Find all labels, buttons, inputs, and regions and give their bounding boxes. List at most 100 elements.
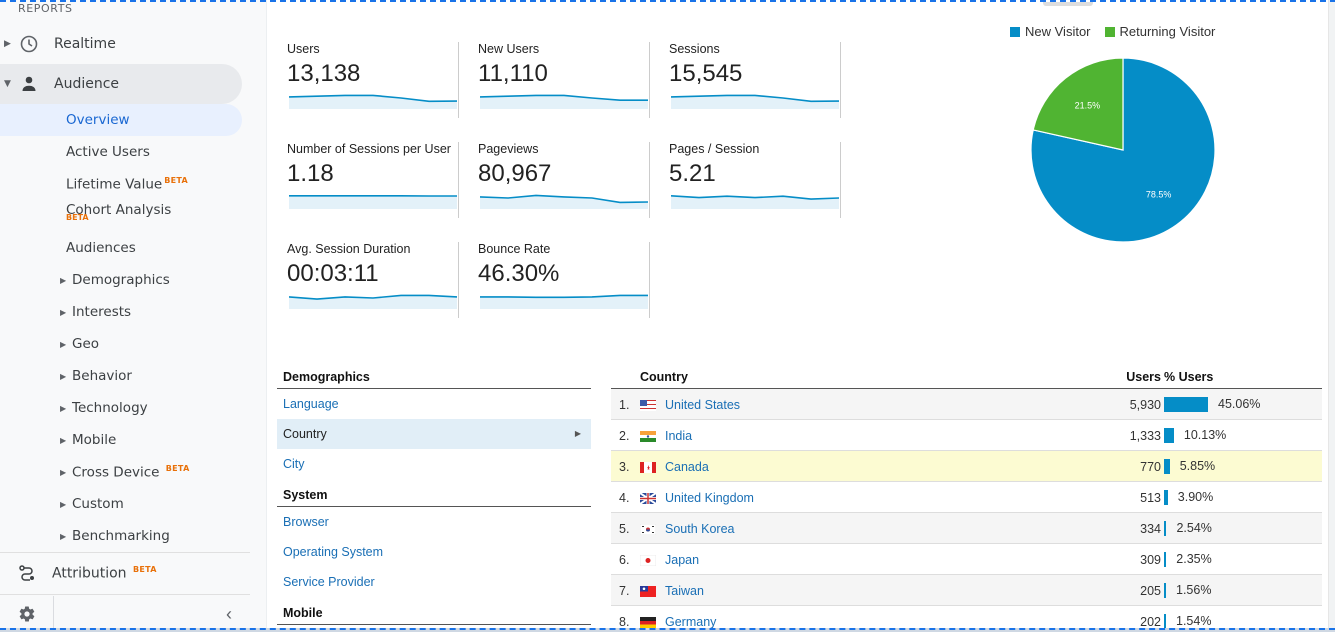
caret-right-icon: ▶ (60, 531, 67, 541)
legend-item-returning-visitor[interactable]: Returning Visitor (1104, 24, 1216, 39)
sidebar-item-audiences[interactable]: Audiences (0, 232, 242, 264)
table-row[interactable]: 3. Canada 770 5.85% (611, 451, 1322, 482)
metric-sparkline (480, 294, 648, 309)
sidebar-item-cohort-analysis[interactable]: Cohort Analysis BETA (0, 196, 242, 230)
metric-card[interactable]: Pages / Session 5.21 (650, 142, 841, 218)
metric-card[interactable]: Users 13,138 (268, 42, 459, 118)
metric-card[interactable]: Sessions 15,545 (650, 42, 841, 118)
sidebar-item-label: Lifetime Value BETA (66, 176, 188, 193)
country-link[interactable]: South Korea (665, 522, 735, 536)
scrollbar[interactable] (1328, 0, 1335, 632)
country-link[interactable]: United Kingdom (665, 491, 754, 505)
column-header-users[interactable]: Users (1126, 370, 1161, 384)
admin-gear-icon[interactable] (0, 596, 54, 632)
row-rank: 8. (619, 615, 630, 629)
demographics-link-country[interactable]: Country ▶ (277, 419, 591, 449)
row-rank: 3. (619, 460, 630, 474)
metric-card[interactable]: New Users 11,110 (459, 42, 650, 118)
person-icon (18, 73, 40, 95)
sidebar-item-mobile[interactable]: ▶ Mobile (0, 424, 242, 456)
sidebar-item-interests[interactable]: ▶ Interests (0, 296, 242, 328)
sidebar-item-technology[interactable]: ▶ Technology (0, 392, 242, 424)
table-header: Country Users % Users (611, 368, 1322, 389)
metric-value: 00:03:11 (287, 260, 379, 287)
metric-card[interactable]: Avg. Session Duration 00:03:11 (268, 242, 459, 318)
pct-users-bar (1164, 521, 1167, 536)
table-row[interactable]: 1. United States 5,930 45.06% (611, 389, 1322, 420)
table-row[interactable]: 6. Japan 309 2.35% (611, 544, 1322, 575)
metric-card[interactable]: Pageviews 80,967 (459, 142, 650, 218)
row-rank: 7. (619, 584, 630, 598)
table-body: 1. United States 5,930 45.06% 2. India 1,333 10… (611, 389, 1322, 632)
country-link[interactable]: India (665, 429, 692, 443)
flag-tw-icon (640, 586, 656, 597)
flag-de-icon (640, 617, 656, 628)
metric-card[interactable]: Bounce Rate 46.30% (459, 242, 650, 318)
country-link[interactable]: Germany (665, 615, 716, 629)
collapse-sidebar-button[interactable]: ‹ (54, 604, 250, 625)
sparkline-area (289, 195, 457, 209)
flag-gb-icon (640, 493, 656, 504)
column-header-pct-users[interactable]: % Users (1164, 370, 1213, 384)
sidebar-item-behavior[interactable]: ▶ Behavior (0, 360, 242, 392)
metric-sparkline (480, 194, 648, 209)
sidebar-item-overview[interactable]: Overview (0, 104, 242, 136)
table-row[interactable]: 5. South Korea 334 2.54% (611, 513, 1322, 544)
pct-users-value: 10.13% (1183, 428, 1227, 442)
sidebar-item-attribution[interactable]: Attribution BETA (0, 553, 242, 593)
main-content: Users 13,138 New Users 11,110 Sessions 15,545… (268, 0, 1328, 632)
metric-sparkline (289, 195, 457, 209)
demographics-link-city[interactable]: City (277, 449, 591, 479)
demographics-link-browser[interactable]: Browser (277, 507, 591, 537)
table-row[interactable]: 4. United Kingdom 513 3.90% (611, 482, 1322, 513)
demographics-link-language[interactable]: Language (277, 389, 591, 419)
table-row[interactable]: 7. Taiwan 205 1.56% (611, 575, 1322, 606)
pct-users-bar (1164, 552, 1167, 567)
selection-border-bottom (0, 628, 1335, 632)
legend-label: Returning Visitor (1119, 24, 1216, 39)
legend-item-new-visitor[interactable]: New Visitor (1010, 24, 1091, 39)
sidebar-item-cross-device[interactable]: ▶ Cross Device BETA (0, 456, 242, 488)
country-link[interactable]: United States (665, 398, 740, 412)
pct-users-bar (1164, 459, 1170, 474)
sidebar-item-demographics[interactable]: ▶ Demographics (0, 264, 242, 296)
sidebar-item-audience[interactable]: ▼ Audience (0, 64, 242, 104)
users-value: 205 (1140, 584, 1161, 598)
users-value: 1,333 (1129, 429, 1161, 443)
metric-value: 11,110 (478, 60, 548, 87)
metric-card[interactable]: Number of Sessions per User 1.18 (268, 142, 459, 218)
metric-value: 46.30% (478, 260, 560, 287)
flag-ca-icon (640, 462, 656, 473)
table-row[interactable]: 2. India 1,333 10.13% (611, 420, 1322, 451)
column-header-country[interactable]: Country (640, 370, 688, 384)
beta-badge: BETA (66, 213, 89, 222)
country-link[interactable]: Canada (665, 460, 709, 474)
demographics-link-service-provider[interactable]: Service Provider (277, 567, 591, 597)
flag-kr-icon (640, 524, 656, 535)
country-link[interactable]: Japan (665, 553, 699, 567)
label-text: Cross Device (72, 464, 160, 481)
pct-users-bar (1164, 583, 1166, 598)
pct-users-value: 45.06% (1218, 397, 1261, 411)
drag-handle[interactable] (1043, 2, 1093, 6)
metric-sparkline (671, 195, 839, 209)
demographics-link-operating-system[interactable]: Operating System (277, 537, 591, 567)
legend-swatch (1104, 27, 1115, 37)
sidebar-item-benchmarking[interactable]: ▶ Benchmarking (0, 520, 242, 552)
caret-right-icon: ▶ (4, 39, 11, 49)
flag-jp-icon (640, 555, 656, 566)
country-link[interactable]: Taiwan (665, 584, 704, 598)
sidebar-item-label: Custom (72, 496, 124, 512)
sidebar-item-realtime[interactable]: ▶ Realtime (0, 24, 242, 64)
flag-us-icon (640, 400, 656, 411)
metric-label: Number of Sessions per User (287, 142, 451, 156)
sidebar-item-custom[interactable]: ▶ Custom (0, 488, 242, 520)
sidebar-item-geo[interactable]: ▶ Geo (0, 328, 242, 360)
sidebar-item-active-users[interactable]: Active Users (0, 136, 242, 168)
visitor-pie-chart: 78.5% 21.5% (1030, 57, 1216, 243)
sidebar-item-label: Interests (72, 304, 132, 320)
clock-icon (18, 33, 40, 55)
legend-label: New Visitor (1025, 24, 1091, 39)
section-heading: System (277, 486, 591, 507)
users-value: 202 (1140, 615, 1161, 629)
